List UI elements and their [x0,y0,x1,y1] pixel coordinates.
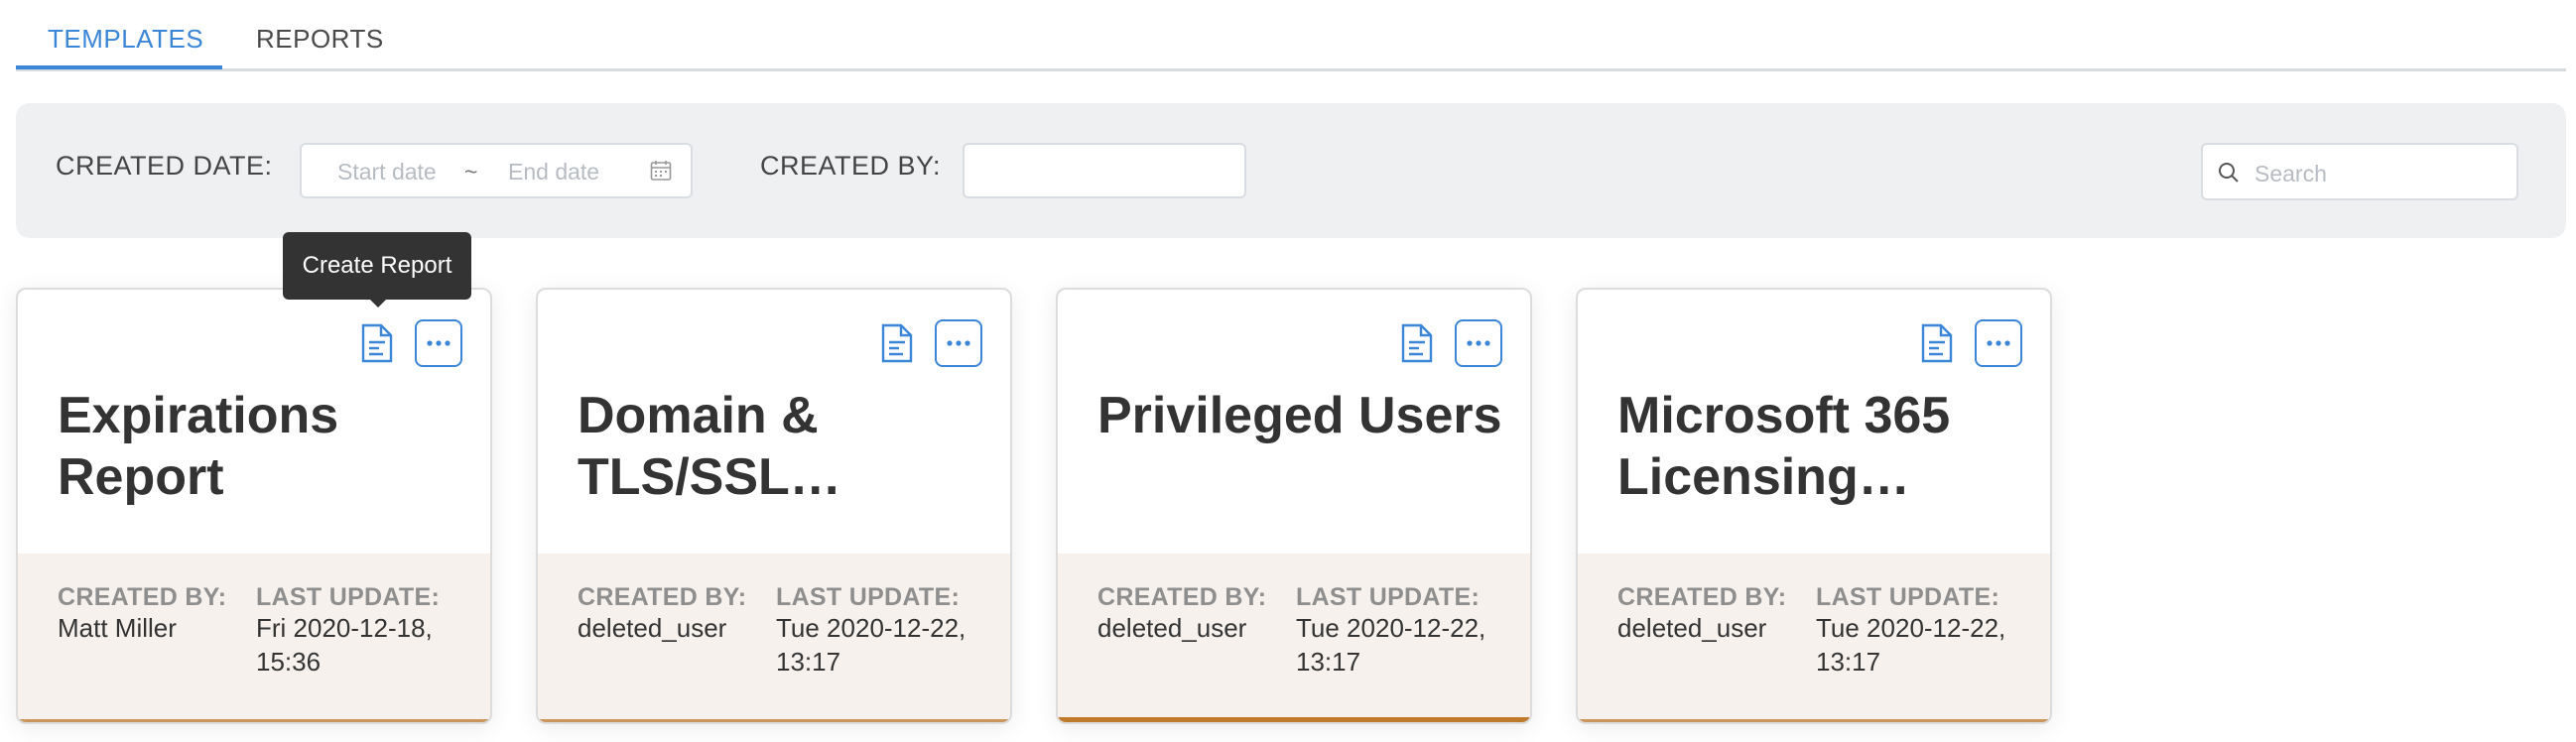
last-update-value: Fri 2020-12-18, 15:36 [256,613,433,677]
more-options-button[interactable] [415,319,462,367]
created-by-label: CREATED BY: [58,583,227,611]
create-report-tooltip: Create Report [283,232,471,300]
card-title: Microsoft 365 Licensing… [1617,387,1951,506]
ellipsis-icon [1987,340,2010,346]
search-input[interactable]: Search [2201,143,2518,200]
last-update-label: LAST UPDATE: [1296,583,1481,611]
calendar-icon[interactable] [649,159,673,183]
card-title: Privileged Users [1097,387,1502,444]
ellipsis-icon [947,340,970,346]
template-card[interactable]: Domain & TLS/SSL… CREATED BY: deleted_us… [536,288,1012,724]
created-by-label: CREATED BY: [578,583,747,611]
last-update-label: LAST UPDATE: [1816,583,2000,611]
last-update-value: Tue 2020-12-22, 13:17 [776,613,966,677]
last-update-label: LAST UPDATE: [776,583,961,611]
document-icon [361,323,393,363]
tooltip-arrow [368,298,388,308]
more-options-button[interactable] [935,319,982,367]
created-by-label: CREATED BY: [1617,583,1787,611]
last-update-label: LAST UPDATE: [256,583,441,611]
create-report-button[interactable] [873,319,921,367]
date-range-picker[interactable]: Start date ~ End date [300,143,693,198]
created-date-label: CREATED DATE: [56,151,273,181]
template-card[interactable]: Privileged Users CREATED BY: deleted_use… [1056,288,1532,724]
ellipsis-icon [1467,340,1490,346]
created-by-label: CREATED BY: [1097,583,1267,611]
document-icon [881,323,913,363]
tab-templates[interactable]: TEMPLATES [48,24,203,55]
search-icon [2219,163,2239,183]
more-options-button[interactable] [1455,319,1502,367]
document-icon [1921,323,1953,363]
template-card[interactable]: Microsoft 365 Licensing… CREATED BY: del… [1576,288,2052,724]
filter-bar: CREATED DATE: Start date ~ End date CREA… [16,103,2566,238]
active-tab-indicator [16,65,222,69]
ellipsis-icon [427,340,451,346]
last-update-value: Tue 2020-12-22, 13:17 [1296,613,1486,677]
template-card[interactable]: Expirations Report CREATED BY: Matt Mill… [16,288,492,724]
create-report-button[interactable] [1393,319,1441,367]
create-report-button[interactable] [1913,319,1961,367]
tab-bar: TEMPLATES REPORTS [16,0,2566,71]
card-title: Domain & TLS/SSL… [578,387,841,506]
document-icon [1401,323,1433,363]
more-options-button[interactable] [1975,319,2022,367]
start-date-input[interactable]: Start date [337,159,437,186]
created-by-label: CREATED BY: [760,151,942,181]
tab-reports[interactable]: REPORTS [256,24,384,55]
create-report-button[interactable] [353,319,401,367]
search-placeholder: Search [2254,161,2327,186]
end-date-input[interactable]: End date [508,159,599,186]
created-by-input[interactable] [963,143,1246,198]
date-separator: ~ [464,159,478,185]
card-title: Expirations Report [58,387,339,506]
last-update-value: Tue 2020-12-22, 13:17 [1816,613,2006,677]
